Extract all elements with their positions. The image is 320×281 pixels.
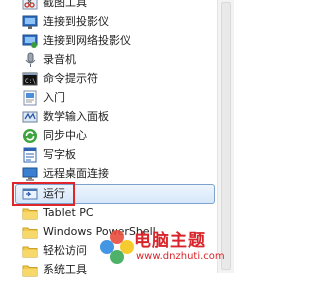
command-prompt-icon: C:\ bbox=[22, 71, 38, 87]
network-projector-icon bbox=[22, 33, 38, 49]
menu-item-getting-started[interactable]: 入门 bbox=[18, 89, 218, 108]
folder-icon bbox=[22, 205, 38, 221]
svg-text:C:\: C:\ bbox=[25, 78, 36, 85]
menu-item-label: 连接到网络投影仪 bbox=[43, 34, 131, 47]
folder-icon bbox=[22, 262, 38, 278]
folder-icon bbox=[22, 243, 38, 259]
projector-icon bbox=[22, 14, 38, 30]
menu-item-label: 轻松访问 bbox=[43, 244, 87, 257]
menu-item-label: 入门 bbox=[43, 91, 65, 104]
scissors-icon bbox=[22, 0, 38, 11]
menu-item-label: 远程桌面连接 bbox=[43, 167, 109, 180]
menu-item-label: 命令提示符 bbox=[43, 72, 98, 85]
menu-item-label: 同步中心 bbox=[43, 129, 87, 142]
math-input-icon bbox=[22, 109, 38, 125]
menu-item-label: 数学输入面板 bbox=[43, 110, 109, 123]
watermark-url: www.dnzhuti.com bbox=[136, 251, 225, 262]
menu-item-wordpad[interactable]: 写字板 bbox=[18, 146, 218, 165]
menu-item-label: Tablet PC bbox=[43, 206, 94, 219]
menu-item-connect-projector[interactable]: 连接到投影仪 bbox=[18, 13, 218, 32]
folder-icon bbox=[22, 224, 38, 240]
sync-center-icon bbox=[22, 128, 38, 144]
menu-item-command-prompt[interactable]: C:\ 命令提示符 bbox=[18, 70, 218, 89]
remote-desktop-icon bbox=[22, 166, 38, 182]
wordpad-icon bbox=[22, 147, 38, 163]
menu-item-label: 系统工具 bbox=[43, 263, 87, 276]
menu-item-math-input-panel[interactable]: 数学输入面板 bbox=[18, 108, 218, 127]
annotation-highlight-box bbox=[12, 182, 75, 206]
menu-item-sound-recorder[interactable]: 录音机 bbox=[18, 51, 218, 70]
menu-item-label: 连接到投影仪 bbox=[43, 15, 109, 28]
menu-item-snipping-tool[interactable]: 截图工具 bbox=[18, 0, 218, 13]
watermark: 电脑主题 www.dnzhuti.com bbox=[96, 226, 234, 273]
menu-item-connect-network-projector[interactable]: 连接到网络投影仪 bbox=[18, 32, 218, 51]
getting-started-icon bbox=[22, 90, 38, 106]
menu-item-label: 录音机 bbox=[43, 53, 76, 66]
menu-item-sync-center[interactable]: 同步中心 bbox=[18, 127, 218, 146]
watermark-logo bbox=[100, 230, 134, 264]
menu-item-label: 写字板 bbox=[43, 148, 76, 161]
menu-item-label: 截图工具 bbox=[43, 0, 87, 9]
microphone-icon bbox=[22, 52, 38, 68]
menu-folder-tablet-pc[interactable]: Tablet PC bbox=[18, 204, 218, 223]
watermark-title: 电脑主题 bbox=[134, 231, 206, 251]
